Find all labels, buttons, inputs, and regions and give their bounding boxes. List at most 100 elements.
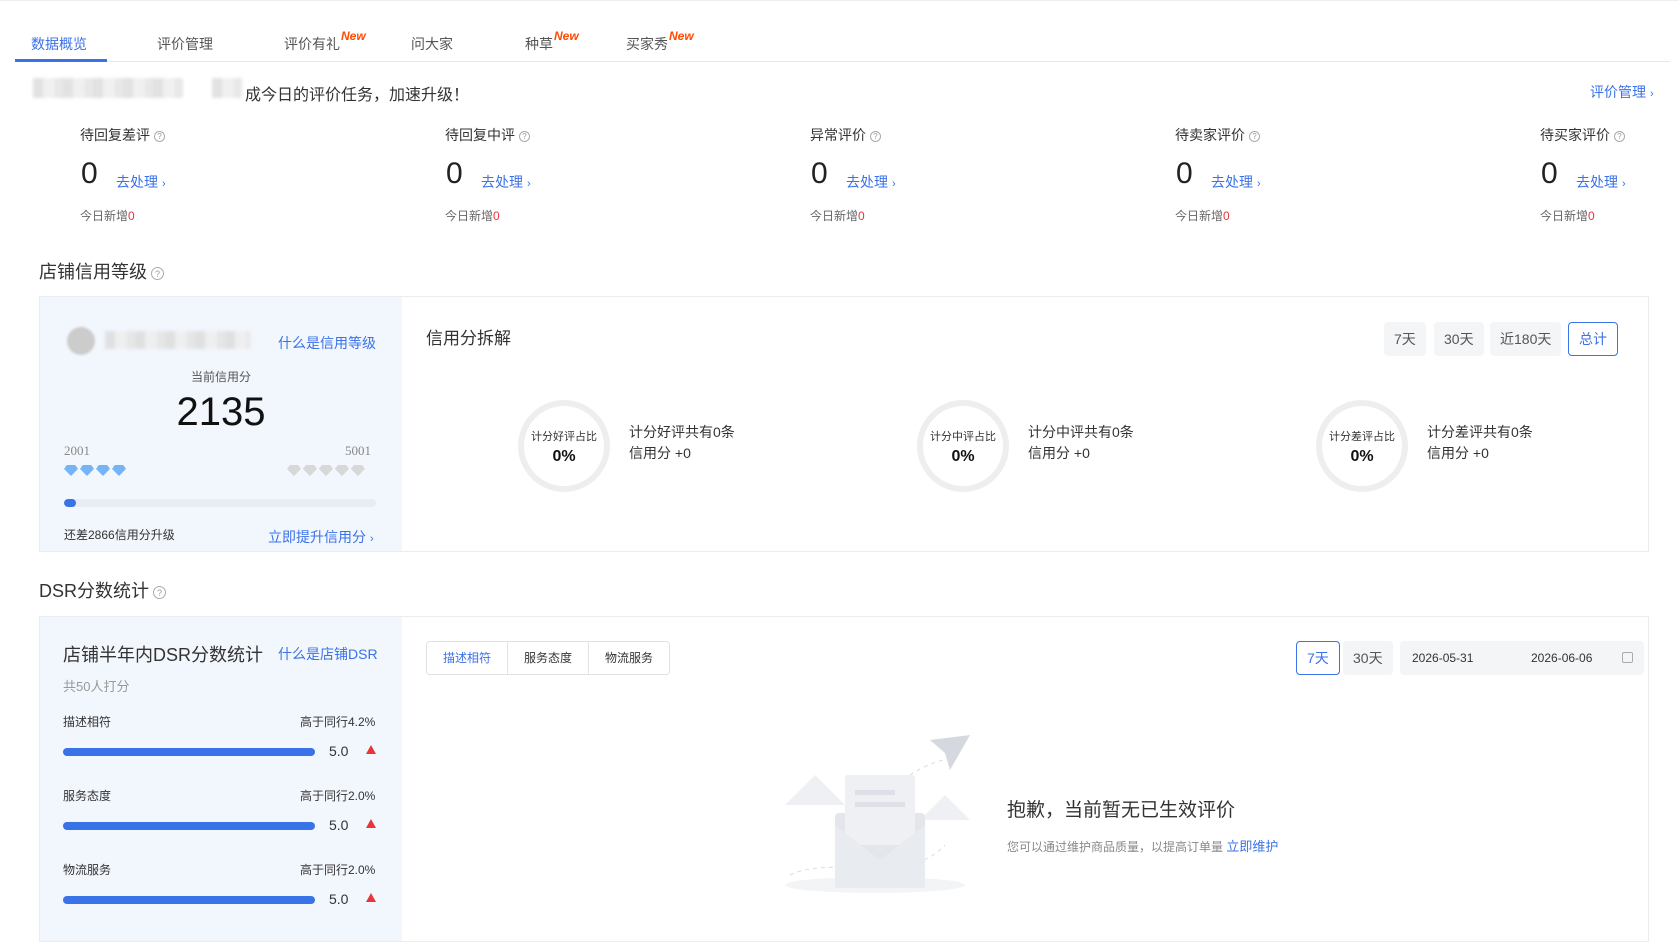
tab-seeding[interactable]: 种草 New <box>525 29 579 54</box>
help-icon[interactable]: ? <box>1614 131 1625 142</box>
tab-buyer-show[interactable]: 买家秀 New <box>626 29 694 54</box>
tab-review-gift[interactable]: 评价有礼 New <box>284 29 366 54</box>
help-icon[interactable]: ? <box>154 131 165 142</box>
blurred-text <box>212 78 242 98</box>
process-link[interactable]: 去处理 › <box>1211 172 1261 192</box>
dsr-row-label: 描述相符 <box>63 715 112 729</box>
date-range-picker[interactable]: 2026-05-31 2026-06-06 <box>1400 641 1644 675</box>
period-total-button[interactable]: 总计 <box>1568 322 1618 356</box>
help-icon[interactable]: ? <box>870 131 881 142</box>
stat-pending-buyer-review: 待买家评价? 0 去处理 › 今日新增0 <box>1540 127 1626 223</box>
level-low: 2001 <box>64 443 90 458</box>
up-arrow-icon <box>366 745 376 754</box>
stat-value: 0 <box>1541 157 1558 190</box>
what-is-dsr-link[interactable]: 什么是店铺DSR <box>278 644 378 664</box>
empty-state-title: 抱歉，当前暂无已生效评价 <box>1007 800 1236 821</box>
process-link[interactable]: 去处理 › <box>116 172 166 192</box>
stat-pending-seller-review: 待卖家评价? 0 去处理 › 今日新增0 <box>1175 127 1261 223</box>
dsr-row-bar <box>63 822 315 830</box>
current-credit-label: 当前信用分 <box>190 370 251 384</box>
blurred-shop-name <box>105 331 250 349</box>
dsr-metric-switch: 描述相符 服务态度 物流服务 <box>426 641 671 675</box>
dsr-row-score: 5.0 <box>329 891 349 907</box>
help-icon[interactable]: ? <box>519 131 530 142</box>
diamond-icon <box>351 465 365 476</box>
chevron-right-icon: › <box>892 178 896 190</box>
segment-description[interactable]: 描述相符 <box>427 642 509 674</box>
blurred-text <box>33 78 183 98</box>
dsr-row-score: 5.0 <box>329 817 349 833</box>
dsr-row-label: 物流服务 <box>63 863 112 877</box>
avatar <box>67 327 95 355</box>
level-high: 5001 <box>345 443 371 458</box>
new-badge: New <box>554 29 579 43</box>
improve-credit-link[interactable]: 立即提升信用分 › <box>268 527 374 547</box>
stat-pending-negative: 待回复差评? 0 去处理 › 今日新增0 <box>80 127 166 223</box>
diamond-icon <box>303 465 317 476</box>
dsr-section-title: DSR分数统计? <box>39 577 167 603</box>
credit-progress-fill <box>64 499 77 507</box>
stat-value: 0 <box>446 157 463 190</box>
neutral-ratio-desc: 计分中评共有0条 信用分 +0 <box>1028 424 1134 461</box>
neutral-ratio-ring: 计分中评占比 0% <box>917 400 1009 492</box>
date-start: 2026-05-31 <box>1412 651 1474 665</box>
period-7d-button[interactable]: 7天 <box>1384 322 1426 356</box>
chevron-right-icon: › <box>162 178 166 190</box>
diamond-icon <box>287 465 301 476</box>
tab-ask-everyone[interactable]: 问大家 <box>411 34 453 54</box>
maintain-now-link[interactable]: 立即维护 <box>1226 839 1278 854</box>
stat-value: 0 <box>811 157 828 190</box>
diamond-icon <box>64 465 78 476</box>
new-badge: New <box>341 29 366 43</box>
dsr-row-bar <box>63 896 315 904</box>
period-30d-button[interactable]: 30天 <box>1434 322 1484 356</box>
credit-progress-bar <box>64 499 376 507</box>
chevron-right-icon: › <box>370 533 374 545</box>
process-link[interactable]: 去处理 › <box>1576 172 1626 192</box>
diamond-icon <box>96 465 110 476</box>
credit-score: 2135 <box>176 390 266 434</box>
new-badge: New <box>669 29 694 43</box>
process-link[interactable]: 去处理 › <box>481 172 531 192</box>
diamond-icon <box>335 465 349 476</box>
dsr-card-title: 店铺半年内DSR分数统计 <box>63 645 264 665</box>
help-icon[interactable]: ? <box>1249 131 1260 142</box>
segment-service[interactable]: 服务态度 <box>508 642 590 674</box>
negative-ratio-ring: 计分差评占比 0% <box>1316 400 1408 492</box>
credit-gap-text: 还差2866信用分升级 <box>64 528 175 542</box>
diamond-icon <box>319 465 333 476</box>
chevron-right-icon: › <box>1622 178 1626 190</box>
dsr-row-compare: 高于同行4.2% <box>300 715 376 729</box>
stat-value: 0 <box>81 157 98 190</box>
level-high-diamonds <box>287 463 367 481</box>
main-tabs: 数据概览 评价管理 评价有礼 New 问大家 种草 New 买家秀 New <box>15 24 1670 62</box>
dsr-period-7d-button[interactable]: 7天 <box>1296 641 1340 675</box>
tab-data-overview[interactable]: 数据概览 <box>31 34 87 54</box>
help-icon[interactable]: ? <box>153 586 167 599</box>
tab-review-management[interactable]: 评价管理 <box>157 34 213 54</box>
credit-section-title: 店铺信用等级? <box>39 258 164 284</box>
positive-ratio-desc: 计分好评共有0条 信用分 +0 <box>629 424 735 461</box>
dsr-period-30d-button[interactable]: 30天 <box>1343 641 1393 675</box>
stat-abnormal-review: 异常评价? 0 去处理 › 今日新增0 <box>810 127 896 223</box>
chevron-right-icon: › <box>527 178 531 190</box>
process-link[interactable]: 去处理 › <box>846 172 896 192</box>
dsr-raters: 共50人打分 <box>63 679 130 694</box>
banner-message: 成今日的评价任务，加速升级！ <box>245 87 470 104</box>
up-arrow-icon <box>366 893 376 902</box>
chevron-right-icon: › <box>1257 178 1261 190</box>
help-icon[interactable]: ? <box>151 267 164 280</box>
chevron-right-icon: › <box>1650 88 1654 100</box>
dsr-row-score: 5.0 <box>329 743 349 759</box>
review-management-link[interactable]: 评价管理 › <box>1590 82 1654 102</box>
empty-mail-illustration <box>785 735 970 893</box>
segment-logistics[interactable]: 物流服务 <box>589 642 669 674</box>
diamond-icon <box>112 465 126 476</box>
dsr-row-compare: 高于同行2.0% <box>300 789 376 803</box>
what-is-credit-level-link[interactable]: 什么是信用等级 <box>278 333 376 353</box>
period-180d-button[interactable]: 近180天 <box>1490 322 1562 356</box>
level-low-diamonds <box>64 463 128 481</box>
calendar-icon <box>1622 652 1633 663</box>
dsr-row-label: 服务态度 <box>63 789 112 803</box>
up-arrow-icon <box>366 819 376 828</box>
